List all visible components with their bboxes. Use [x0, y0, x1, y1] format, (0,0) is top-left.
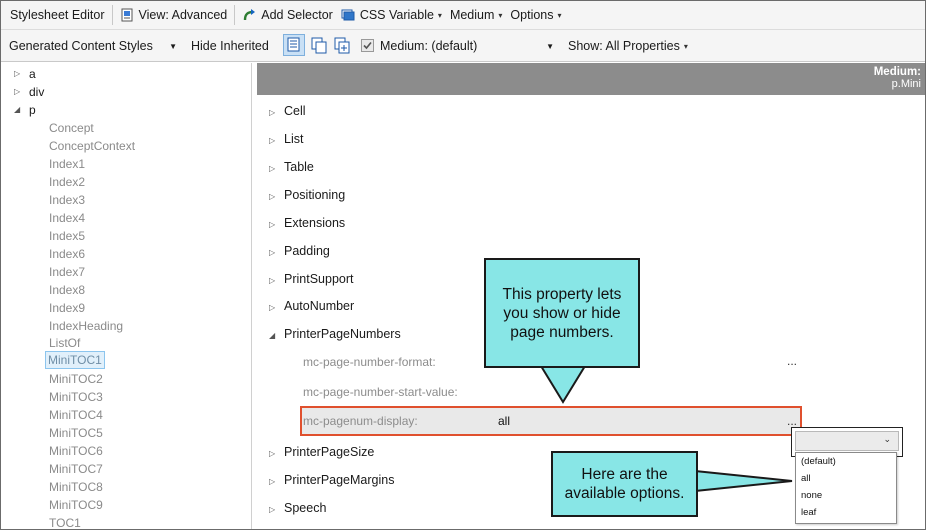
callout-line: This property lets [502, 285, 622, 303]
callout-tails [539, 365, 793, 493]
callout-line: page numbers. [510, 323, 614, 341]
callout-line: Here are the [581, 466, 668, 483]
callout-property-info: This property lets you show or hide page… [484, 258, 640, 368]
bottom-callout-tail [694, 469, 793, 493]
top-callout-tail [539, 365, 587, 404]
callout-line: available options. [564, 485, 685, 502]
stylesheet-editor-window: Stylesheet Editor View: Advanced Add Sel… [0, 0, 926, 530]
callout-options-info: Here are the available options. [551, 451, 698, 517]
callout-line: you show or hide [503, 304, 621, 322]
